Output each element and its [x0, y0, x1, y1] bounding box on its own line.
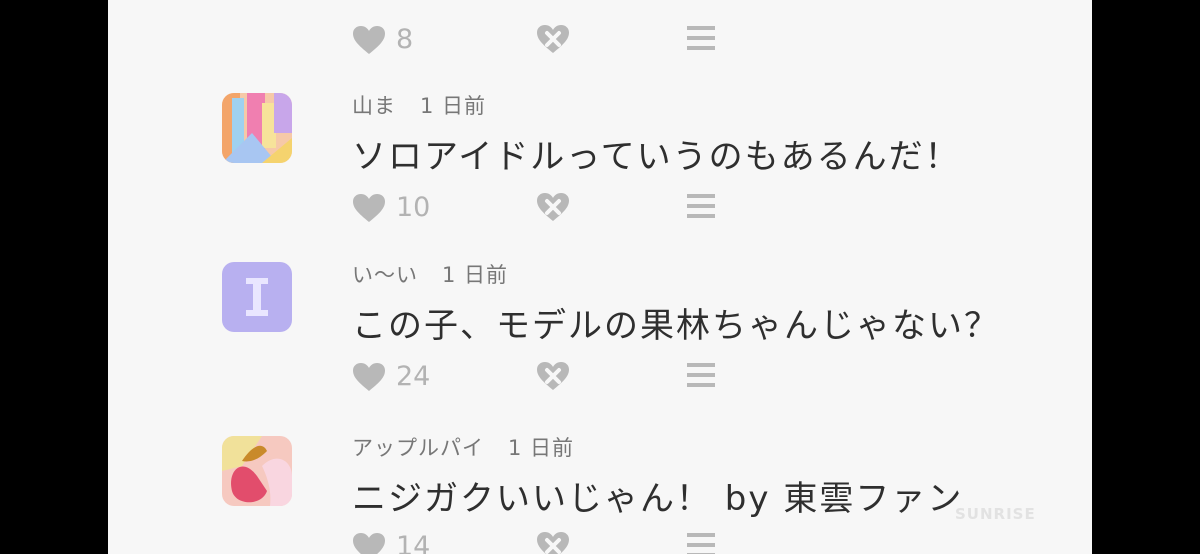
like-count: 14	[396, 531, 431, 554]
avatar[interactable]	[222, 262, 292, 332]
avatar[interactable]	[222, 436, 292, 506]
avatar[interactable]	[222, 93, 292, 163]
dislike-button[interactable]	[536, 192, 570, 222]
menu-button[interactable]	[687, 361, 715, 389]
like-button[interactable]: 8	[352, 24, 413, 55]
letterbox-right	[1092, 0, 1200, 554]
watermark: SUNRISE	[955, 505, 1036, 523]
menu-icon	[687, 361, 715, 389]
comment-meta: い〜い 1 日前	[352, 259, 508, 289]
username: 山ま	[352, 94, 396, 118]
username: アップルパイ	[352, 436, 484, 460]
menu-icon	[687, 192, 715, 220]
heart-icon	[352, 193, 386, 223]
like-count: 8	[396, 24, 414, 55]
heart-icon	[352, 362, 386, 392]
like-button[interactable]: 24	[352, 361, 430, 392]
broken-heart-icon	[536, 192, 570, 222]
like-count: 24	[396, 361, 431, 392]
menu-button[interactable]	[687, 192, 715, 220]
menu-icon	[687, 24, 715, 52]
dislike-button[interactable]	[536, 24, 570, 54]
like-button[interactable]: 10	[352, 192, 430, 223]
menu-icon	[687, 531, 715, 554]
timestamp: 1 日前	[442, 263, 509, 287]
menu-button[interactable]	[687, 24, 715, 52]
comment-text: ニジガクいいじゃん！ by 東雲ファン	[352, 479, 964, 519]
broken-heart-icon	[536, 24, 570, 54]
letterbox-left	[0, 0, 108, 554]
comment-feed: 8 山ま 1 日前 ソロアイドルっていうのもあるんだ！ 10 い〜い 1 日前 …	[108, 0, 1092, 554]
dislike-button[interactable]	[536, 531, 570, 554]
comment-meta: アップルパイ 1 日前	[352, 432, 574, 462]
comment-text: この子、モデルの果林ちゃんじゃない？	[352, 306, 1000, 346]
like-count: 10	[396, 192, 431, 223]
dislike-button[interactable]	[536, 361, 570, 391]
menu-button[interactable]	[687, 531, 715, 554]
broken-heart-icon	[536, 361, 570, 391]
comment-meta: 山ま 1 日前	[352, 90, 486, 120]
timestamp: 1 日前	[420, 94, 487, 118]
like-button[interactable]: 14	[352, 531, 430, 554]
heart-icon	[352, 532, 386, 554]
comment-text: ソロアイドルっていうのもあるんだ！	[352, 137, 961, 177]
broken-heart-icon	[536, 531, 570, 554]
username: い〜い	[352, 263, 418, 287]
timestamp: 1 日前	[508, 436, 575, 460]
heart-icon	[352, 25, 386, 55]
